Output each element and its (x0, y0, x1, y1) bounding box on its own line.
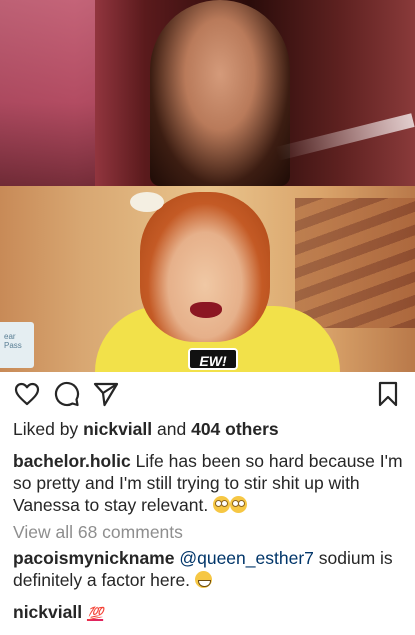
likes-prefix: Liked by (13, 419, 79, 439)
comment-item: pacoismynickname @queen_esther7 sodium i… (13, 547, 405, 591)
comment-bubble-icon[interactable] (53, 380, 81, 408)
post-caption: bachelor.holic Life has been so hard bec… (13, 450, 405, 516)
sign-text: ear Pass (4, 332, 22, 350)
background-sign: ear Pass (0, 322, 34, 368)
likes-count-link[interactable]: 404 others (191, 419, 279, 439)
stage-light (275, 113, 415, 161)
woman-photo (150, 0, 290, 186)
grinning-emoji-icon (194, 571, 212, 588)
eye-roll-emoji-icon (230, 496, 248, 513)
comment-username-link[interactable]: pacoismynickname (13, 548, 174, 568)
likes-line: Liked by nickviall and 404 others (13, 418, 405, 440)
mention-link[interactable]: @queen_esther7 (179, 548, 314, 568)
staircase-background (295, 198, 415, 328)
comment-item: nickviall 💯 (13, 601, 405, 625)
liked-by-user-link[interactable]: nickviall (83, 419, 152, 439)
post-image[interactable]: ear Pass EW! (0, 0, 415, 372)
eye-roll-emoji-icon (213, 496, 231, 513)
grimacing-mouth (190, 302, 222, 318)
comment-username-link[interactable]: nickviall (13, 602, 82, 622)
ew-caption: EW! (188, 348, 238, 370)
background-figure (0, 0, 95, 186)
disgusted-face (140, 192, 270, 342)
post-action-bar (0, 378, 415, 412)
post-text-block: Liked by nickviall and 404 others bachel… (13, 418, 405, 635)
caption-username-link[interactable]: bachelor.holic (13, 451, 131, 471)
paper-plane-icon[interactable] (92, 380, 120, 408)
hundred-points-emoji-icon: 💯 (86, 606, 104, 621)
view-all-comments-link[interactable]: View all 68 comments (13, 521, 405, 543)
hair-bow (130, 192, 164, 212)
likes-joiner: and (157, 419, 187, 439)
bookmark-icon[interactable] (374, 380, 402, 408)
top-meme-panel (0, 0, 415, 186)
heart-outline-icon[interactable] (13, 380, 41, 408)
bottom-meme-panel: ear Pass (0, 186, 415, 372)
